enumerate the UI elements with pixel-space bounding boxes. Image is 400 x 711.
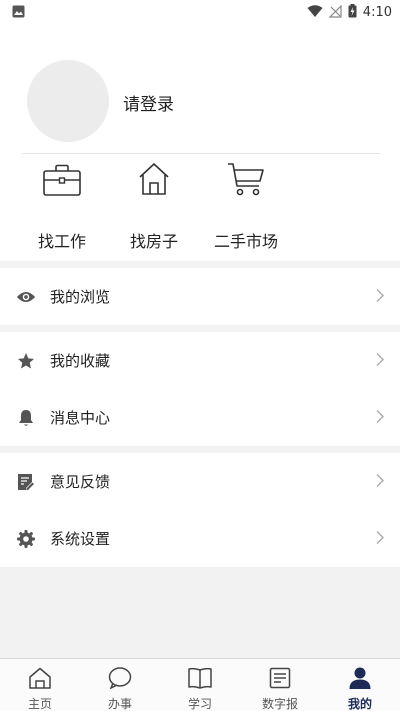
quick-link-jobs[interactable]: 找工作	[17, 154, 107, 252]
nav-learning[interactable]: 学习	[160, 659, 240, 711]
book-icon	[188, 667, 212, 693]
nav-label: 我的	[347, 697, 372, 711]
image-icon	[12, 3, 25, 22]
profile-icon	[348, 667, 372, 693]
nav-label: 主页	[27, 697, 52, 711]
menu-item-feedback[interactable]: 意见反馈	[0, 453, 400, 510]
menu-item-label: 消息中心	[50, 409, 111, 427]
status-time: 4:10	[362, 4, 392, 20]
avatar[interactable]	[27, 60, 109, 142]
bell-icon	[16, 408, 36, 428]
nav-digital-paper[interactable]: 数字报	[240, 659, 320, 711]
menu-item-settings[interactable]: 系统设置	[0, 510, 400, 567]
nav-home[interactable]: 主页	[0, 659, 80, 711]
chat-icon	[108, 667, 132, 693]
login-prompt[interactable]: 请登录	[123, 90, 174, 115]
cart-icon	[227, 162, 265, 200]
chevron-right-icon	[376, 472, 384, 491]
menu-group-system: 意见反馈 系统设置	[0, 453, 400, 567]
quick-link-label: 二手市场	[213, 232, 278, 251]
newspaper-icon	[269, 667, 291, 693]
menu-item-label: 我的浏览	[50, 288, 111, 306]
bottom-nav: 主页 办事 学习 数字报 我的	[0, 658, 400, 711]
quick-link-housing[interactable]: 找房子	[109, 154, 199, 252]
nav-services[interactable]: 办事	[80, 659, 160, 711]
no-signal-icon	[328, 3, 342, 22]
nav-label: 办事	[107, 697, 132, 711]
house-icon	[137, 162, 171, 200]
menu-item-messages[interactable]: 消息中心	[0, 389, 400, 446]
chevron-right-icon	[376, 408, 384, 427]
home-icon	[28, 667, 52, 693]
battery-icon	[348, 3, 357, 22]
quick-link-label: 找房子	[129, 232, 178, 251]
quick-link-market[interactable]: 二手市场	[201, 154, 291, 252]
eye-icon	[16, 287, 36, 307]
menu-group-collections: 我的收藏 消息中心	[0, 332, 400, 446]
star-icon	[16, 351, 36, 371]
profile-section[interactable]: 请登录	[0, 24, 400, 154]
chevron-right-icon	[376, 351, 384, 370]
menu-item-label: 我的收藏	[50, 352, 111, 370]
nav-label: 学习	[187, 697, 212, 711]
menu-item-favorites[interactable]: 我的收藏	[0, 332, 400, 389]
chevron-right-icon	[376, 529, 384, 548]
menu-item-label: 意见反馈	[50, 473, 111, 491]
wifi-icon	[307, 3, 323, 22]
status-bar: 4:10	[0, 0, 400, 24]
menu-item-browse-history[interactable]: 我的浏览	[0, 268, 400, 325]
quick-links: 找工作 找房子 二手市场	[0, 154, 400, 261]
menu-item-label: 系统设置	[50, 530, 111, 548]
gear-icon	[16, 529, 36, 549]
menu-group-history: 我的浏览	[0, 268, 400, 325]
quick-link-label: 找工作	[37, 232, 86, 251]
briefcase-icon	[43, 164, 81, 200]
chevron-right-icon	[376, 287, 384, 306]
feedback-icon	[16, 472, 36, 492]
nav-label: 数字报	[261, 697, 298, 711]
nav-mine[interactable]: 我的	[320, 659, 400, 711]
